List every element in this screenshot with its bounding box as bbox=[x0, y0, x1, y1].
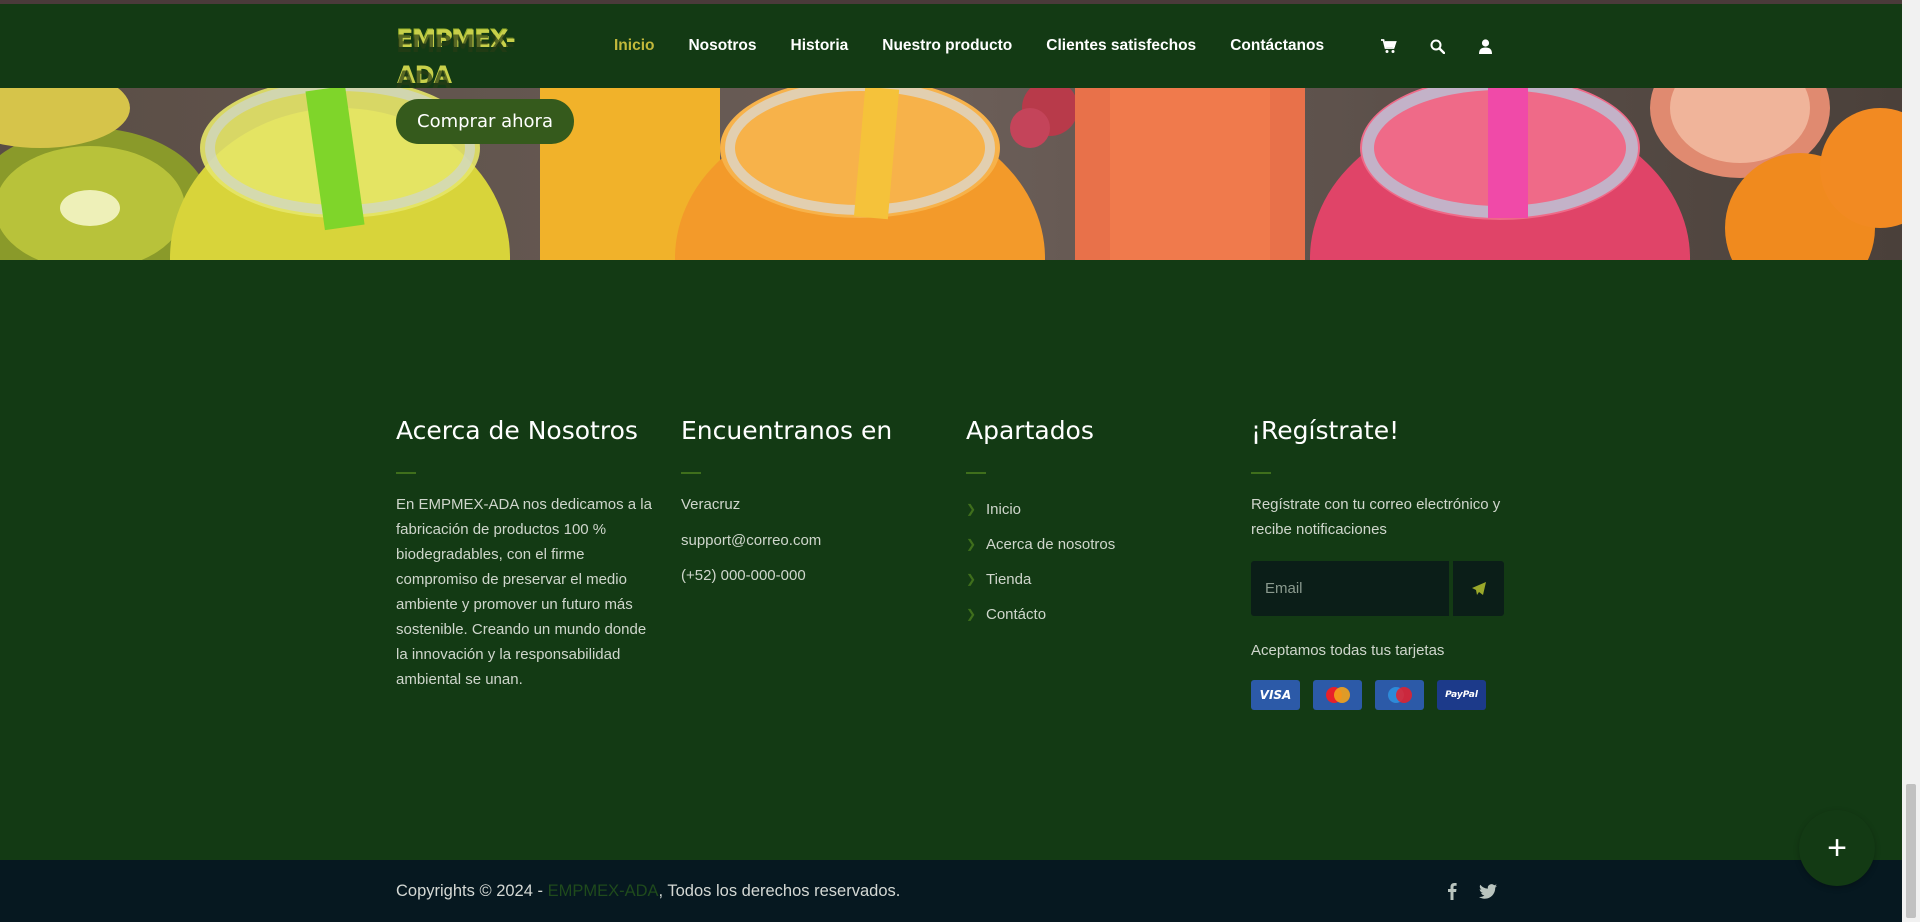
phone-text[interactable]: (+52) 000-000-000 bbox=[681, 563, 806, 588]
cards-label: Aceptamos todas tus tarjetas bbox=[1251, 642, 1445, 659]
register-divider bbox=[1251, 472, 1271, 474]
location-text: Veracruz bbox=[681, 496, 741, 513]
nav-inicio[interactable]: Inicio bbox=[614, 37, 654, 55]
footer-link-inicio[interactable]: ❯ Inicio bbox=[966, 492, 1115, 527]
email-input[interactable] bbox=[1251, 561, 1449, 616]
nav-nuestro-producto[interactable]: Nuestro producto bbox=[882, 37, 1012, 55]
paper-plane-icon bbox=[1471, 581, 1486, 595]
site-header: EMPMEX-ADA Inicio Nosotros Historia Nues… bbox=[0, 4, 1902, 88]
about-divider bbox=[396, 472, 416, 474]
main-nav: Inicio Nosotros Historia Nuestro product… bbox=[614, 4, 1358, 88]
chevron-right-icon: ❯ bbox=[966, 572, 977, 586]
footer-register: ¡Regístrate! Regístrate con tu correo el… bbox=[1251, 416, 1511, 710]
social-links bbox=[1442, 860, 1514, 922]
link-label: Acerca de nosotros bbox=[986, 536, 1116, 553]
copyright-brand[interactable]: EMPMEX-ADA bbox=[548, 882, 659, 900]
footer-find-us: Encuentranos en Veracruz support@correo.… bbox=[681, 416, 941, 584]
link-label: Contácto bbox=[986, 606, 1047, 623]
paypal-icon: PayPal bbox=[1437, 680, 1486, 710]
scrollbar-thumb[interactable] bbox=[1906, 784, 1916, 918]
mastercard-icon bbox=[1313, 680, 1362, 710]
plus-fab-button[interactable]: + bbox=[1799, 810, 1875, 886]
chevron-right-icon: ❯ bbox=[966, 607, 977, 621]
nav-nosotros[interactable]: Nosotros bbox=[688, 37, 756, 55]
about-text: En EMPMEX-ADA nos dedicamos a la fabrica… bbox=[396, 496, 652, 688]
facebook-icon[interactable] bbox=[1442, 881, 1462, 901]
chevron-right-icon: ❯ bbox=[966, 537, 977, 551]
visa-icon: VISA bbox=[1251, 680, 1300, 710]
hero-banner-image: Comprar ahora bbox=[0, 88, 1902, 260]
newsletter-form bbox=[1251, 561, 1504, 616]
register-text: Regístrate con tu correo electrónico y r… bbox=[1251, 496, 1501, 538]
page-scrollbar[interactable] bbox=[1902, 0, 1920, 922]
nav-historia[interactable]: Historia bbox=[791, 37, 849, 55]
send-button[interactable] bbox=[1453, 561, 1504, 616]
footer-sections: Apartados ❯ Inicio ❯ Acerca de nosotros ❯ T… bbox=[966, 416, 1226, 623]
maestro-icon bbox=[1375, 680, 1424, 710]
link-label: Inicio bbox=[986, 501, 1022, 518]
footer-link-contacto[interactable]: ❯ Contácto bbox=[966, 597, 1115, 632]
sections-list: ❯ Inicio ❯ Acerca de nosotros ❯ Tienda ❯ Con… bbox=[966, 492, 1115, 632]
link-label: Tienda bbox=[986, 571, 1032, 588]
footer-about: Acerca de Nosotros En EMPMEX-ADA nos ded… bbox=[396, 416, 656, 688]
nav-contactanos[interactable]: Contáctanos bbox=[1230, 37, 1324, 55]
nav-clientes-satisfechos[interactable]: Clientes satisfechos bbox=[1046, 37, 1196, 55]
copyright-suffix: , Todos los derechos reservados. bbox=[658, 882, 901, 900]
footer-link-acerca[interactable]: ❯ Acerca de nosotros bbox=[966, 527, 1115, 562]
chevron-right-icon: ❯ bbox=[966, 502, 977, 516]
find-title: Encuentranos en bbox=[681, 416, 893, 445]
sections-divider bbox=[966, 472, 986, 474]
user-icon[interactable] bbox=[1476, 37, 1494, 55]
search-icon[interactable] bbox=[1428, 37, 1446, 55]
copyright-prefix: Copyrights © 2024 - bbox=[396, 882, 548, 900]
buy-now-button[interactable]: Comprar ahora bbox=[396, 99, 574, 144]
payment-cards: VISA PayPal bbox=[1251, 680, 1499, 710]
copyright: Copyrights © 2024 - EMPMEX-ADA, Todos lo… bbox=[396, 860, 900, 922]
twitter-icon[interactable] bbox=[1478, 881, 1498, 901]
footer-link-tienda[interactable]: ❯ Tienda bbox=[966, 562, 1115, 597]
header-actions bbox=[1380, 4, 1524, 88]
find-divider bbox=[681, 472, 701, 474]
site-logo[interactable]: EMPMEX-ADA bbox=[396, 20, 546, 88]
about-title: Acerca de Nosotros bbox=[396, 416, 638, 445]
sections-title: Apartados bbox=[966, 416, 1094, 445]
juice-jars-image bbox=[0, 88, 1902, 260]
cart-icon[interactable] bbox=[1380, 37, 1398, 55]
bottom-bar: Copyrights © 2024 - EMPMEX-ADA, Todos lo… bbox=[0, 860, 1902, 922]
register-title: ¡Regístrate! bbox=[1251, 416, 1400, 445]
email-text[interactable]: support@correo.com bbox=[681, 528, 821, 553]
